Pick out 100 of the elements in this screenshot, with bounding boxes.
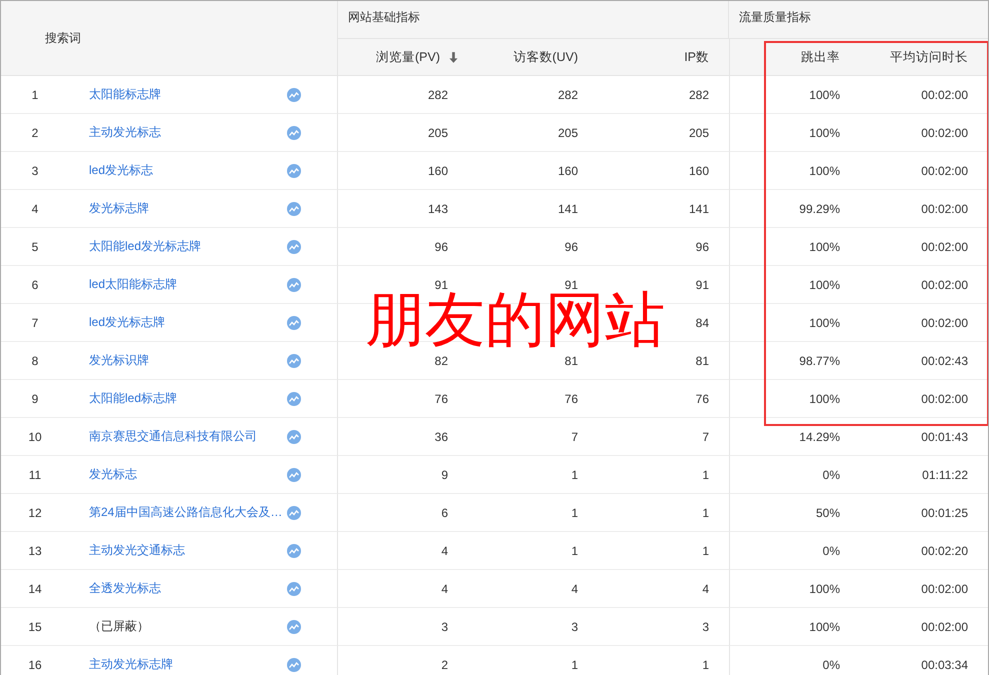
keyword-link[interactable]: 发光标识牌	[89, 352, 287, 369]
table-cell: 6	[441, 506, 448, 520]
trend-chart-icon[interactable]	[287, 316, 301, 330]
trend-chart-icon[interactable]	[287, 392, 301, 406]
keyword-link[interactable]: 太阳能led标志牌	[89, 390, 287, 407]
table-cell: 00:02:00	[921, 240, 968, 254]
keyword-link[interactable]: 太阳能标志牌	[89, 86, 287, 103]
trend-chart-icon[interactable]	[287, 164, 301, 178]
keyword-link[interactable]: led发光标志	[89, 162, 287, 179]
table-cell: 0%	[822, 468, 840, 482]
table-cell: 141	[688, 202, 709, 216]
keyword-link[interactable]: 发光标志	[89, 466, 287, 483]
trend-chart-icon[interactable]	[287, 430, 301, 444]
table-cell: 160	[688, 164, 709, 178]
table-cell: 76	[434, 392, 448, 406]
table-cell: 1	[571, 544, 578, 558]
table-cell: 99.29%	[799, 202, 840, 216]
trend-chart-icon[interactable]	[287, 240, 301, 254]
row-number: 8	[30, 354, 40, 368]
table-cell: 205	[428, 126, 448, 140]
keyword-link[interactable]: 南京赛思交通信息科技有限公司	[89, 428, 287, 445]
trend-chart-icon[interactable]	[287, 506, 301, 520]
table-cell: 143	[428, 202, 448, 216]
trend-chart-icon[interactable]	[287, 620, 301, 634]
annotation-text: 朋友的网站	[365, 290, 665, 350]
keyword-text: （已屏蔽）	[89, 618, 150, 635]
table-cell: 00:02:00	[921, 620, 968, 634]
table-cell: 1	[702, 658, 709, 672]
row-number: 16	[27, 658, 43, 672]
table-cell: 96	[564, 240, 578, 254]
trend-chart-icon[interactable]	[287, 126, 301, 140]
table-cell: 00:02:00	[921, 582, 968, 596]
keyword-link[interactable]: 太阳能led发光标志牌	[89, 238, 287, 255]
trend-chart-icon[interactable]	[287, 582, 301, 596]
table-cell: 00:02:00	[921, 392, 968, 406]
row-number: 12	[27, 506, 43, 520]
keyword-link[interactable]: 主动发光标志	[89, 124, 287, 141]
table-cell: 00:02:00	[921, 164, 968, 178]
table-cell: 3	[702, 620, 709, 634]
table-cell: 100%	[809, 392, 840, 406]
table-cell: 7	[702, 430, 709, 444]
table-cell: 3	[441, 620, 448, 634]
row-number: 13	[27, 544, 43, 558]
table-cell: 100%	[809, 88, 840, 102]
table-cell: 00:02:00	[921, 316, 968, 330]
table-cell: 1	[571, 658, 578, 672]
keyword-link[interactable]: led太阳能标志牌	[89, 276, 287, 293]
keyword-link[interactable]: 主动发光标志牌	[89, 656, 287, 673]
keyword-link[interactable]: 第24届中国高速公路信息化大会及…	[89, 504, 287, 521]
keyword-link[interactable]: 主动发光交通标志	[89, 542, 287, 559]
table-cell: 76	[696, 392, 709, 406]
table-cell: 3	[571, 620, 578, 634]
table-cell: 100%	[809, 620, 840, 634]
table-cell: 01:11:22	[922, 468, 968, 482]
table-cell: 00:02:43	[921, 354, 968, 368]
table-cell: 141	[558, 202, 578, 216]
table-cell: 282	[558, 88, 578, 102]
table-cell: 1	[571, 506, 578, 520]
table-cell: 00:03:34	[921, 658, 968, 672]
group-header: 流量质量指标	[739, 9, 811, 26]
table-cell: 91	[696, 278, 709, 292]
row-number: 5	[30, 240, 40, 254]
table-cell: 100%	[809, 240, 840, 254]
trend-chart-icon[interactable]	[287, 544, 301, 558]
table-cell: 100%	[809, 126, 840, 140]
table-cell: 100%	[809, 316, 840, 330]
table-cell: 205	[688, 126, 709, 140]
trend-chart-icon[interactable]	[287, 354, 301, 368]
down-arrow-icon[interactable]	[449, 52, 458, 62]
table-cell: 91	[434, 278, 448, 292]
table-cell: 0%	[822, 544, 840, 558]
table-cell: 76	[564, 392, 578, 406]
keyword-link[interactable]: 全透发光标志	[89, 580, 287, 597]
table-cell: 1	[702, 468, 709, 482]
trend-chart-icon[interactable]	[287, 468, 301, 482]
keyword-link[interactable]: 发光标志牌	[89, 200, 287, 217]
table-cell: 81	[564, 354, 578, 368]
row-number: 2	[30, 126, 40, 140]
table-cell: 100%	[809, 582, 840, 596]
table-cell: 7	[571, 430, 578, 444]
table-cell: 1	[702, 544, 709, 558]
table-cell: 81	[696, 354, 709, 368]
table-cell: 9	[441, 468, 448, 482]
table-cell: 4	[571, 582, 578, 596]
trend-chart-icon[interactable]	[287, 278, 301, 292]
column-header[interactable]: IP数	[684, 48, 709, 66]
table-cell: 96	[696, 240, 709, 254]
row-number: 6	[30, 278, 40, 292]
trend-chart-icon[interactable]	[287, 88, 301, 102]
row-number: 3	[30, 164, 40, 178]
table-cell: 00:01:25	[921, 506, 968, 520]
row-number: 9	[30, 392, 40, 406]
trend-chart-icon[interactable]	[287, 202, 301, 216]
row-number: 7	[30, 316, 40, 330]
keyword-link[interactable]: led发光标志牌	[89, 314, 287, 331]
table-cell: 282	[688, 88, 709, 102]
column-header[interactable]: 跳出率	[801, 48, 840, 66]
table-cell: 00:02:00	[921, 126, 968, 140]
trend-chart-icon[interactable]	[287, 658, 301, 672]
column-header: 搜索词	[45, 30, 81, 46]
